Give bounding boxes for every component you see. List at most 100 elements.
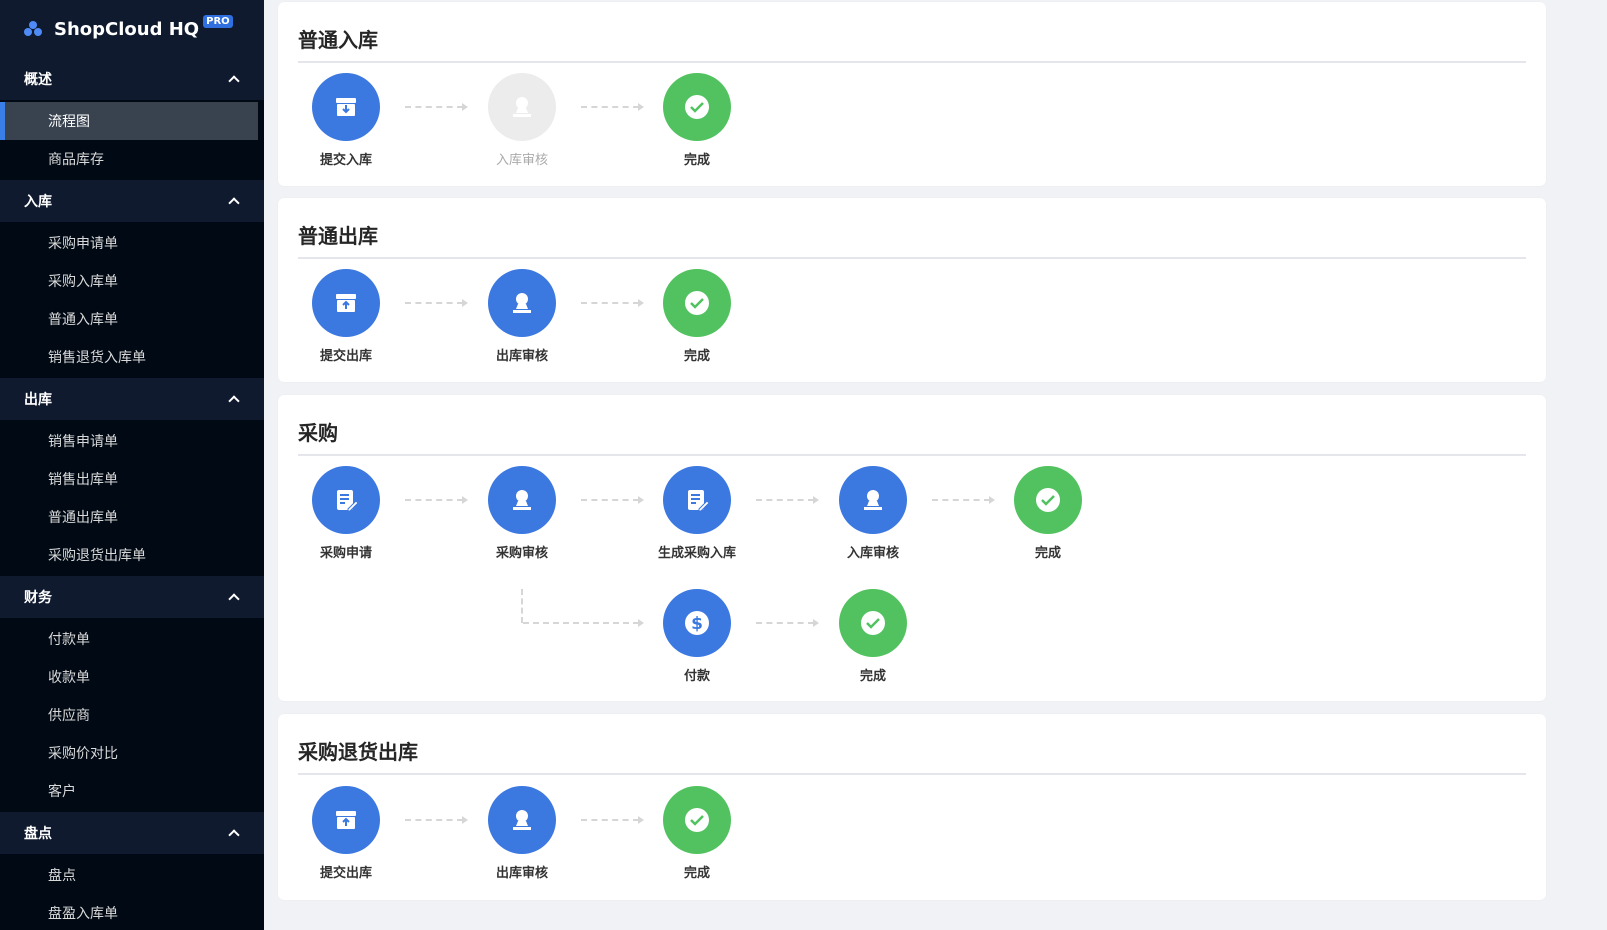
flow-step[interactable]: 完成 <box>642 786 752 881</box>
flow-card: 普通出库 提交出库 出库审核 完成 <box>278 198 1546 382</box>
flow-step[interactable]: 入库审核 <box>818 466 928 561</box>
check-icon <box>839 589 907 657</box>
chevron-up-icon <box>228 829 240 841</box>
flow-step[interactable]: 完成 <box>642 73 752 168</box>
nav-group-header[interactable]: 概述 <box>0 58 264 100</box>
sidebar-item[interactable]: 采购退货出库单 <box>0 536 264 574</box>
dollar-icon: $ <box>663 589 731 657</box>
flow-step[interactable]: 出库审核 <box>467 269 577 364</box>
edit-doc-icon <box>312 466 380 534</box>
chevron-up-icon <box>228 197 240 209</box>
step-label: 完成 <box>1034 546 1061 561</box>
app-logo[interactable]: ShopCloud HQ PRO <box>0 0 264 58</box>
flow-arrow <box>405 496 468 504</box>
flow-step[interactable]: 完成 <box>993 466 1103 561</box>
flow-step: 入库审核 <box>467 73 577 168</box>
sidebar-item[interactable]: 采购申请单 <box>0 224 264 262</box>
flow-step[interactable]: 完成 <box>818 589 928 684</box>
flow-step[interactable]: 出库审核 <box>467 786 577 881</box>
sidebar-item[interactable]: 普通出库单 <box>0 498 264 536</box>
sidebar: ShopCloud HQ PRO 概述 流程图 商品库存 入库 采购申请单 采购… <box>0 0 264 930</box>
step-label: 生成采购入库 <box>657 546 736 561</box>
step-label: 出库审核 <box>495 349 548 364</box>
step-label: 入库审核 <box>846 546 899 561</box>
box-out-icon <box>312 786 380 854</box>
sidebar-item-inventory[interactable]: 商品库存 <box>0 140 264 178</box>
sidebar-item[interactable]: 供应商 <box>0 696 264 734</box>
flow-arrow <box>756 619 819 627</box>
step-label: 提交出库 <box>319 866 372 881</box>
check-icon <box>663 73 731 141</box>
box-in-icon <box>312 73 380 141</box>
sidebar-item[interactable]: 销售申请单 <box>0 422 264 460</box>
nav-group-title: 盘点 <box>24 826 52 842</box>
flow-arrow <box>756 496 819 504</box>
flow-title: 普通出库 <box>298 224 378 248</box>
sidebar-item[interactable]: 普通入库单 <box>0 300 264 338</box>
flow-arrow <box>932 496 995 504</box>
chevron-up-icon <box>228 395 240 407</box>
flow-arrow <box>405 299 468 307</box>
flow-step[interactable]: 提交出库 <box>291 269 401 364</box>
flow-arrow <box>581 816 644 824</box>
sidebar-item[interactable]: 盘盈入库单 <box>0 894 264 930</box>
step-label: 完成 <box>683 866 710 881</box>
flow-step[interactable]: 完成 <box>642 269 752 364</box>
nav-group-header[interactable]: 财务 <box>0 576 264 618</box>
sidebar-item-flowchart[interactable]: 流程图 <box>0 102 258 140</box>
sidebar-item[interactable]: 采购价对比 <box>0 734 264 772</box>
divider <box>298 61 1526 63</box>
flow-title: 采购退货出库 <box>298 740 418 764</box>
check-icon <box>663 269 731 337</box>
flow-step[interactable]: 采购申请 <box>291 466 401 561</box>
flow-step[interactable]: 采购审核 <box>467 466 577 561</box>
step-label: 完成 <box>683 349 710 364</box>
user-stamp-icon <box>488 466 556 534</box>
app-name: ShopCloud HQ <box>54 18 200 40</box>
sidebar-item[interactable]: 采购入库单 <box>0 262 264 300</box>
divider <box>298 454 1526 456</box>
svg-text:$: $ <box>691 614 703 634</box>
flow-arrow <box>581 103 644 111</box>
step-label: 出库审核 <box>495 866 548 881</box>
sidebar-item[interactable]: 客户 <box>0 772 264 810</box>
flow-arrow <box>405 816 468 824</box>
flow-card: 采购退货出库 提交出库 出库审核 完成 <box>278 714 1546 900</box>
step-label: 入库审核 <box>495 153 548 168</box>
nav-group-stocktake: 盘点 盘点 盘盈入库单 <box>0 812 264 930</box>
step-label: 付款 <box>683 669 710 684</box>
flow-card: 采购 采购申请 采购审核 生成采购入库 入库审核 完成 $ 付款 完成 <box>278 395 1546 701</box>
sidebar-item[interactable]: 收款单 <box>0 658 264 696</box>
step-label: 提交出库 <box>319 349 372 364</box>
sidebar-item[interactable]: 盘点 <box>0 856 264 894</box>
step-label: 采购申请 <box>319 546 372 561</box>
chevron-up-icon <box>228 593 240 605</box>
flow-arrow <box>523 619 644 627</box>
flow-step[interactable]: 生成采购入库 <box>642 466 752 561</box>
nav-group-header[interactable]: 出库 <box>0 378 264 420</box>
nav-group-title: 入库 <box>24 194 52 210</box>
edit-doc-icon <box>663 466 731 534</box>
nav-group-header[interactable]: 盘点 <box>0 812 264 854</box>
flow-step[interactable]: $ 付款 <box>642 589 752 684</box>
flow-card: 普通入库 提交入库 入库审核 完成 <box>278 2 1546 186</box>
flow-step[interactable]: 提交出库 <box>291 786 401 881</box>
box-out-icon <box>312 269 380 337</box>
branch-connector <box>521 589 523 623</box>
divider <box>298 257 1526 259</box>
flow-arrow <box>581 496 644 504</box>
user-stamp-icon <box>488 786 556 854</box>
sidebar-item[interactable]: 销售退货入库单 <box>0 338 264 376</box>
user-stamp-icon <box>839 466 907 534</box>
user-stamp-icon <box>488 269 556 337</box>
sidebar-item[interactable]: 付款单 <box>0 620 264 658</box>
nav-group-overview: 概述 流程图 商品库存 <box>0 58 264 180</box>
sidebar-item[interactable]: 销售出库单 <box>0 460 264 498</box>
nav-group-header[interactable]: 入库 <box>0 180 264 222</box>
user-stamp-icon <box>488 73 556 141</box>
step-label: 采购审核 <box>495 546 548 561</box>
pro-badge: PRO <box>203 14 233 28</box>
nav-group-title: 财务 <box>24 590 52 606</box>
flow-step[interactable]: 提交入库 <box>291 73 401 168</box>
step-label: 提交入库 <box>319 153 372 168</box>
